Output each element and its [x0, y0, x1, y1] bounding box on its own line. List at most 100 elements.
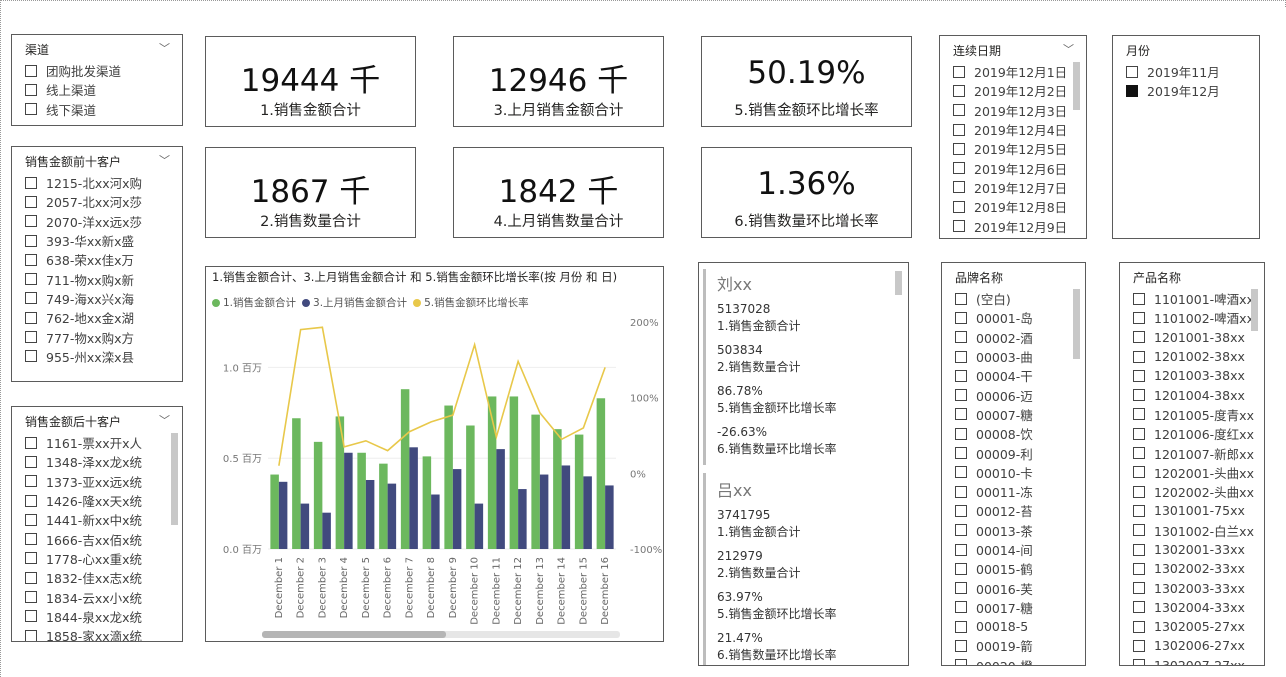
slicer-option[interactable]: 1302004-33xx: [1133, 598, 1254, 617]
checkbox[interactable]: [955, 369, 967, 382]
slicer-option[interactable]: 1215-北xx河x购: [25, 173, 142, 192]
slicer-option[interactable]: 1301001-75xx: [1133, 501, 1254, 520]
checkbox[interactable]: [955, 389, 967, 402]
checkbox[interactable]: [955, 524, 967, 537]
scrollbar[interactable]: [171, 433, 178, 525]
slicer-option[interactable]: 2019年11月: [1126, 62, 1220, 81]
slicer-option[interactable]: 团购批发渠道: [25, 61, 121, 80]
checkbox[interactable]: [25, 494, 37, 507]
slicer-option[interactable]: 1201007-新郎xx: [1133, 443, 1254, 462]
checkbox[interactable]: [25, 292, 37, 305]
slicer-option[interactable]: 1302003-33xx: [1133, 578, 1254, 597]
checkbox[interactable]: [1126, 65, 1138, 78]
slicer-option[interactable]: 00004-干: [955, 366, 1033, 385]
checkbox[interactable]: [25, 552, 37, 565]
slicer-option[interactable]: 1441-新xx中x统: [25, 510, 142, 529]
checkbox[interactable]: [25, 103, 37, 116]
checkbox[interactable]: [953, 181, 965, 194]
checkbox[interactable]: [25, 610, 37, 623]
checkbox[interactable]: [955, 582, 967, 595]
slicer-option[interactable]: 2019年12月9日: [953, 216, 1067, 235]
slicer-option[interactable]: 00007-糖: [955, 405, 1033, 424]
slicer-option[interactable]: 1101001-啤酒xx: [1133, 289, 1254, 308]
slicer-option[interactable]: 00008-饮: [955, 424, 1033, 443]
slicer-option[interactable]: 线下渠道: [25, 100, 121, 119]
checkbox[interactable]: [25, 195, 37, 208]
checkbox[interactable]: [25, 273, 37, 286]
slicer-option[interactable]: 777-物xx购x方: [25, 327, 142, 346]
slicer-option[interactable]: 2019年12月7日: [953, 178, 1067, 197]
slicer-option[interactable]: 1348-泽xx龙x统: [25, 452, 142, 471]
checkbox[interactable]: [25, 331, 37, 344]
slicer-option[interactable]: (空白): [955, 289, 1033, 308]
scrollbar[interactable]: [1073, 289, 1080, 359]
slicer-option[interactable]: 749-海xx兴x海: [25, 289, 142, 308]
slicer-option[interactable]: 2019年12月1日: [953, 62, 1067, 81]
checkbox[interactable]: [1133, 311, 1145, 324]
slicer-option[interactable]: 1202001-头曲xx: [1133, 463, 1254, 482]
slicer-option[interactable]: 2019年12月: [1126, 81, 1220, 100]
checkbox[interactable]: [955, 601, 967, 614]
checkbox[interactable]: [25, 436, 37, 449]
slicer-option[interactable]: 00018-5: [955, 617, 1033, 636]
slicer-option[interactable]: 1302005-27xx: [1133, 617, 1254, 636]
checkbox[interactable]: [1133, 292, 1145, 305]
checkbox[interactable]: [1133, 543, 1145, 556]
slicer-option[interactable]: 00001-岛: [955, 308, 1033, 327]
slicer-option[interactable]: 393-华xx新x盛: [25, 231, 142, 250]
checkbox[interactable]: [953, 162, 965, 175]
slicer-option[interactable]: 00016-芙: [955, 578, 1033, 597]
slicer-option[interactable]: 2019年12月6日: [953, 158, 1067, 177]
slicer-option[interactable]: 1778-心xx重x统: [25, 549, 142, 568]
slicer-option[interactable]: 1201003-38xx: [1133, 366, 1254, 385]
checkbox[interactable]: [953, 220, 965, 233]
slicer-option[interactable]: 1201002-38xx: [1133, 347, 1254, 366]
slicer-option[interactable]: 1373-亚xx远x统: [25, 472, 142, 491]
slicer-option[interactable]: 1426-隆xx天x统: [25, 491, 142, 510]
checkbox[interactable]: [1133, 350, 1145, 363]
checkbox[interactable]: [1133, 524, 1145, 537]
slicer-option[interactable]: 638-荣xx佳x万: [25, 250, 142, 269]
scrollbar[interactable]: [895, 271, 902, 295]
slicer-option[interactable]: 00019-箭: [955, 636, 1033, 655]
slicer-option[interactable]: 00011-冻: [955, 482, 1033, 501]
slicer-option[interactable]: 1161-票xx开x人: [25, 433, 142, 452]
checkbox-checked[interactable]: [1126, 84, 1138, 97]
slicer-option[interactable]: 1844-泉xx龙x统: [25, 607, 142, 626]
checkbox[interactable]: [955, 331, 967, 344]
checkbox[interactable]: [25, 455, 37, 468]
checkbox[interactable]: [1133, 601, 1145, 614]
chevron-down-icon[interactable]: ﹀: [159, 152, 170, 168]
checkbox[interactable]: [25, 629, 37, 641]
slicer-option[interactable]: 00009-利: [955, 443, 1033, 462]
checkbox[interactable]: [1133, 408, 1145, 421]
checkbox[interactable]: [25, 571, 37, 584]
chevron-down-icon[interactable]: ﹀: [1063, 41, 1074, 57]
checkbox[interactable]: [955, 350, 967, 363]
checkbox[interactable]: [1133, 331, 1145, 344]
checkbox[interactable]: [955, 639, 967, 652]
slicer-option[interactable]: 1202002-头曲xx: [1133, 482, 1254, 501]
checkbox[interactable]: [25, 215, 37, 228]
slicer-option[interactable]: 1201004-38xx: [1133, 385, 1254, 404]
slicer-option[interactable]: 1302002-33xx: [1133, 559, 1254, 578]
slicer-option[interactable]: 955-州xx滦x县: [25, 347, 142, 366]
slicer-option[interactable]: 2070-洋xx远x莎: [25, 212, 142, 231]
slicer-option[interactable]: 2019年12月2日: [953, 81, 1067, 100]
checkbox[interactable]: [953, 123, 965, 136]
slicer-option[interactable]: 1302006-27xx: [1133, 636, 1254, 655]
checkbox[interactable]: [1133, 389, 1145, 402]
checkbox[interactable]: [953, 65, 965, 78]
checkbox[interactable]: [25, 253, 37, 266]
checkbox[interactable]: [25, 64, 37, 77]
slicer-option[interactable]: 00015-鹤: [955, 559, 1033, 578]
checkbox[interactable]: [955, 311, 967, 324]
checkbox[interactable]: [25, 234, 37, 247]
checkbox[interactable]: [953, 200, 965, 213]
slicer-option[interactable]: 00017-糖: [955, 598, 1033, 617]
checkbox[interactable]: [1133, 620, 1145, 633]
checkbox[interactable]: [955, 466, 967, 479]
checkbox[interactable]: [25, 533, 37, 546]
slicer-option[interactable]: 00020-橙: [955, 656, 1033, 665]
slicer-option[interactable]: 2019年12月4日: [953, 120, 1067, 139]
